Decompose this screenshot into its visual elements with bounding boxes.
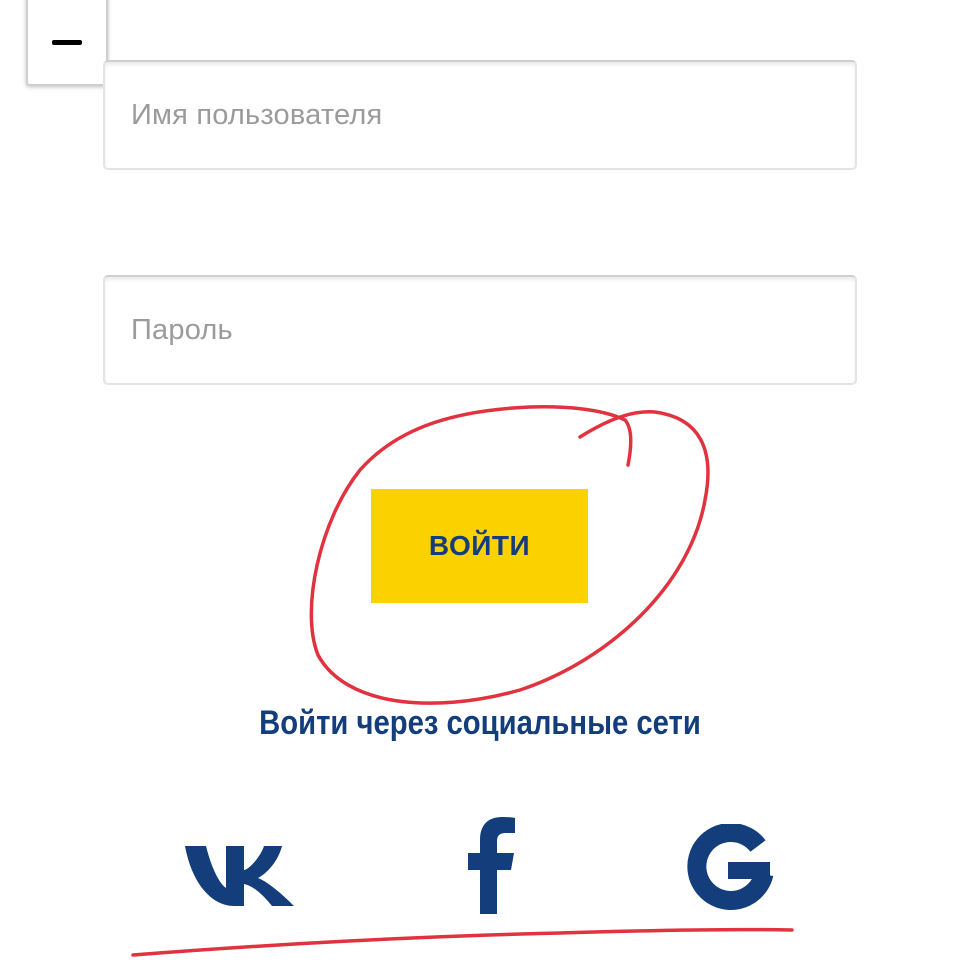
login-button-label: ВОЙТИ — [428, 530, 531, 561]
username-field[interactable]: Имя пользователя — [103, 60, 857, 170]
google-icon — [687, 824, 774, 910]
login-page: Имя пользователя Пароль ВОЙТИ Войти чере… — [0, 0, 960, 960]
vk-icon — [185, 846, 294, 906]
facebook-login-button[interactable] — [460, 815, 520, 915]
annotation-underline — [131, 927, 794, 957]
password-field[interactable]: Пароль — [103, 275, 857, 385]
minus-icon — [52, 39, 82, 45]
login-button[interactable]: ВОЙТИ — [371, 489, 588, 603]
password-placeholder: Пароль — [131, 313, 233, 346]
google-login-button[interactable] — [680, 820, 780, 920]
facebook-icon — [468, 817, 515, 914]
vk-login-button[interactable] — [180, 835, 300, 915]
username-placeholder: Имя пользователя — [131, 98, 383, 131]
zoom-out-button[interactable] — [26, 0, 108, 86]
social-login-title: Войти через социальные сети — [259, 704, 701, 742]
